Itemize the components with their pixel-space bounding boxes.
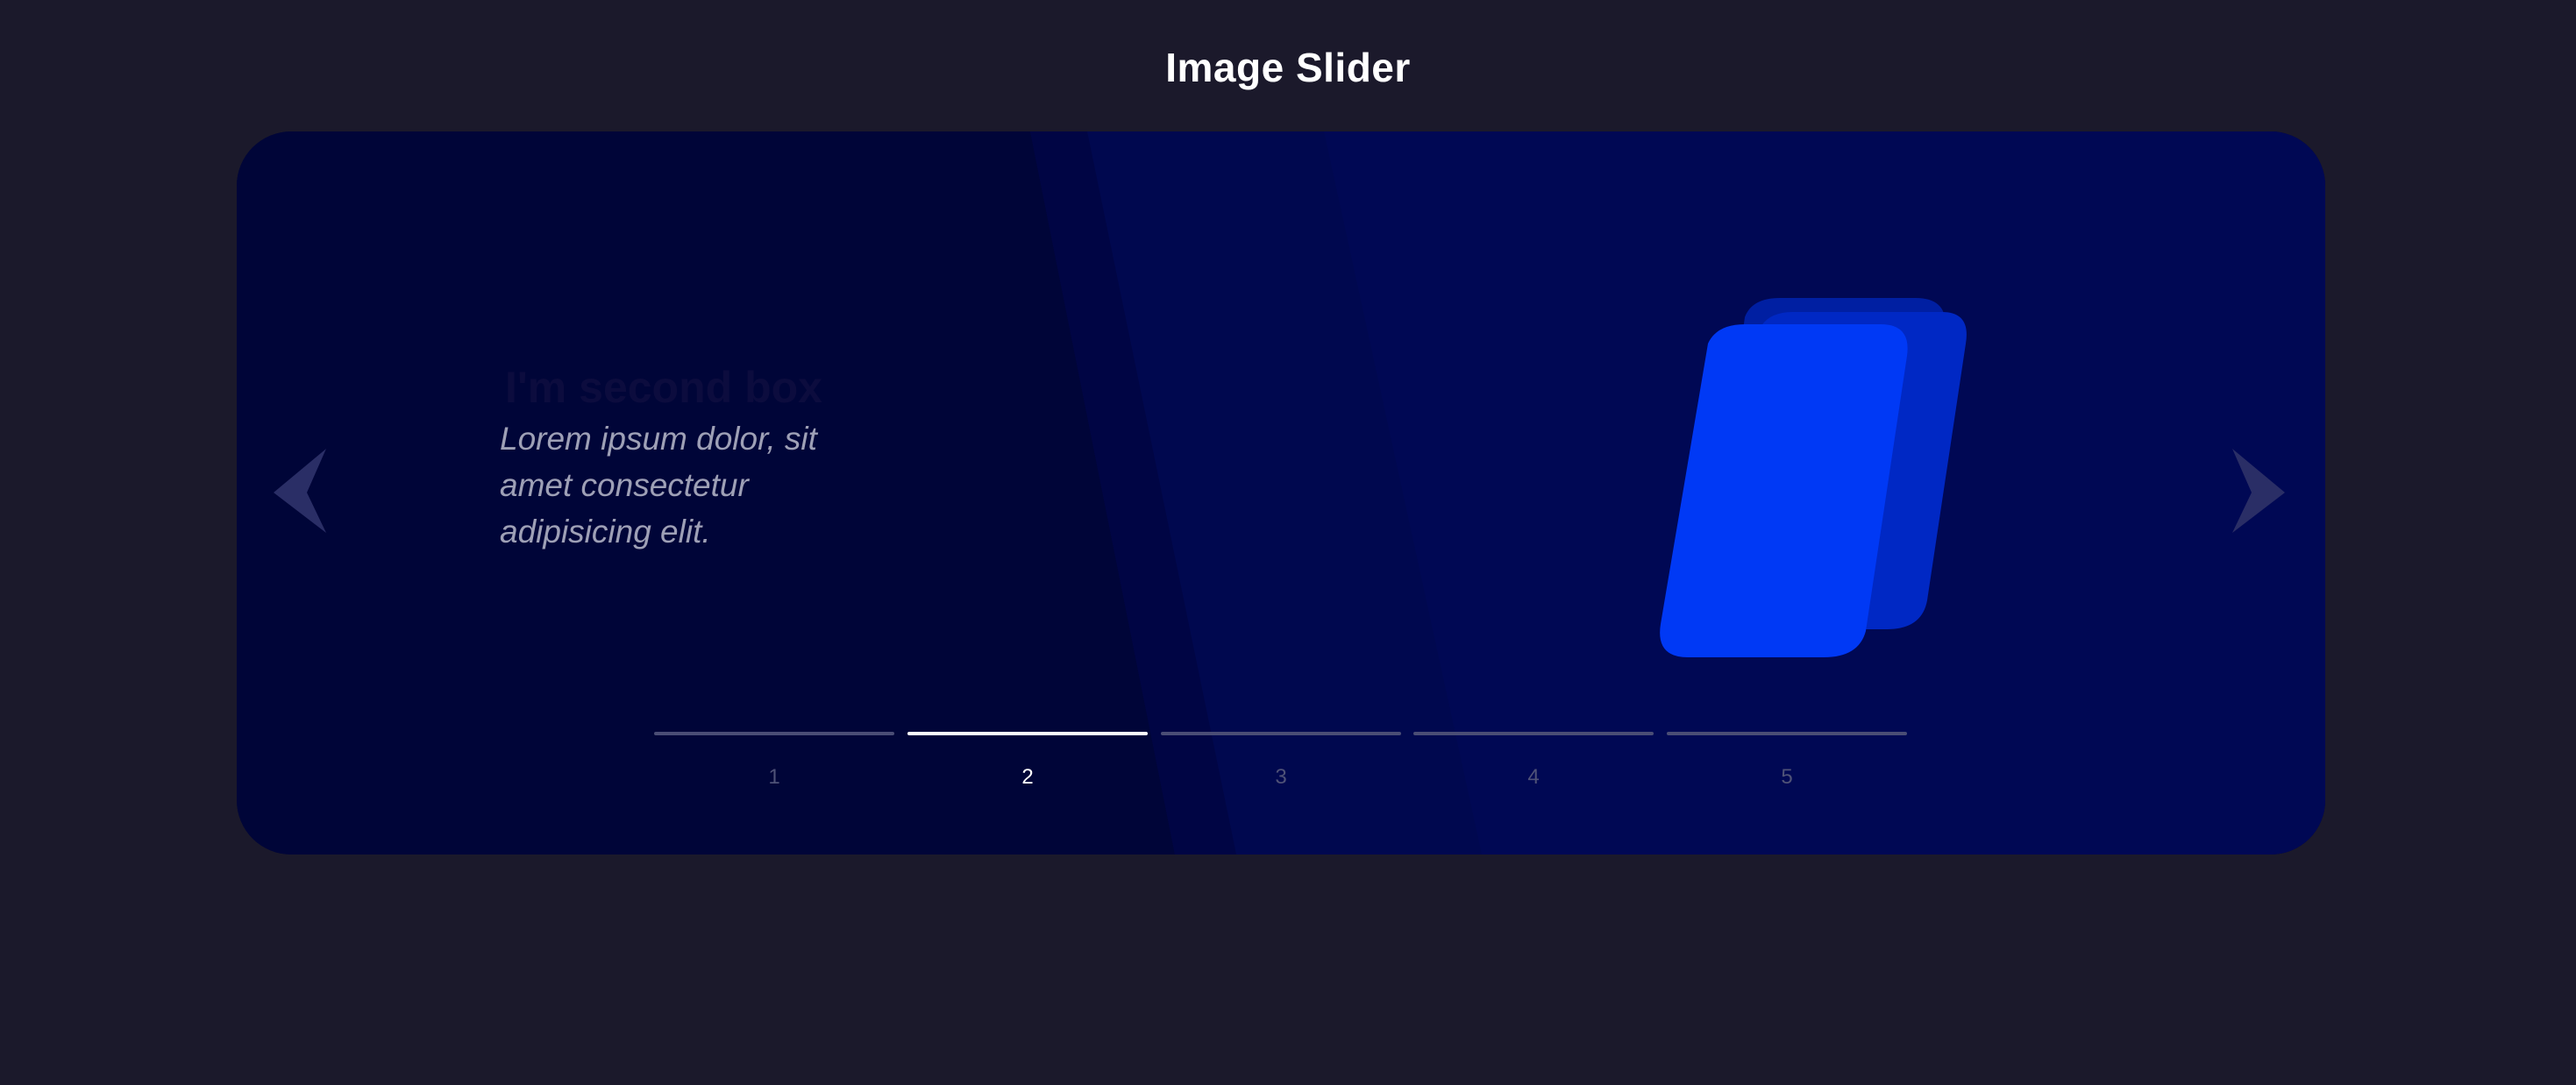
pager-item-5[interactable]: 5 (1667, 732, 1907, 802)
image-slider: I'm second box Lorem ipsum dolor, sit am… (237, 131, 2325, 855)
pager-item-4[interactable]: 4 (1413, 732, 1654, 802)
pager-number: 3 (1275, 765, 1287, 789)
pager-number: 1 (768, 765, 780, 789)
chevron-right-icon (2232, 449, 2285, 533)
slide-body: Lorem ipsum dolor, sit amet consectetur … (500, 421, 817, 550)
prev-arrow[interactable] (274, 447, 335, 535)
slide-caption: I'm second box Lorem ipsum dolor, sit am… (500, 364, 956, 555)
slide-graphic (1660, 298, 1967, 657)
page-title: Image Slider (1165, 45, 1411, 90)
pager-item-3[interactable]: 3 (1161, 732, 1401, 802)
pager-item-2[interactable]: 2 (907, 732, 1148, 802)
next-arrow[interactable] (2227, 447, 2288, 535)
pager-indicator (1413, 732, 1654, 735)
pager-number: 5 (1781, 765, 1793, 789)
pager-indicator-active (907, 732, 1148, 735)
slide-pager: 1 2 3 4 5 (654, 732, 1917, 802)
pager-item-1[interactable]: 1 (654, 732, 894, 802)
pager-indicator (1161, 732, 1401, 735)
pager-number: 4 (1527, 765, 1540, 789)
chevron-left-icon (274, 449, 326, 533)
pager-indicator (654, 732, 894, 735)
pager-indicator (1667, 732, 1907, 735)
pager-number: 2 (1021, 765, 1034, 789)
slide-heading: I'm second box (505, 363, 822, 412)
